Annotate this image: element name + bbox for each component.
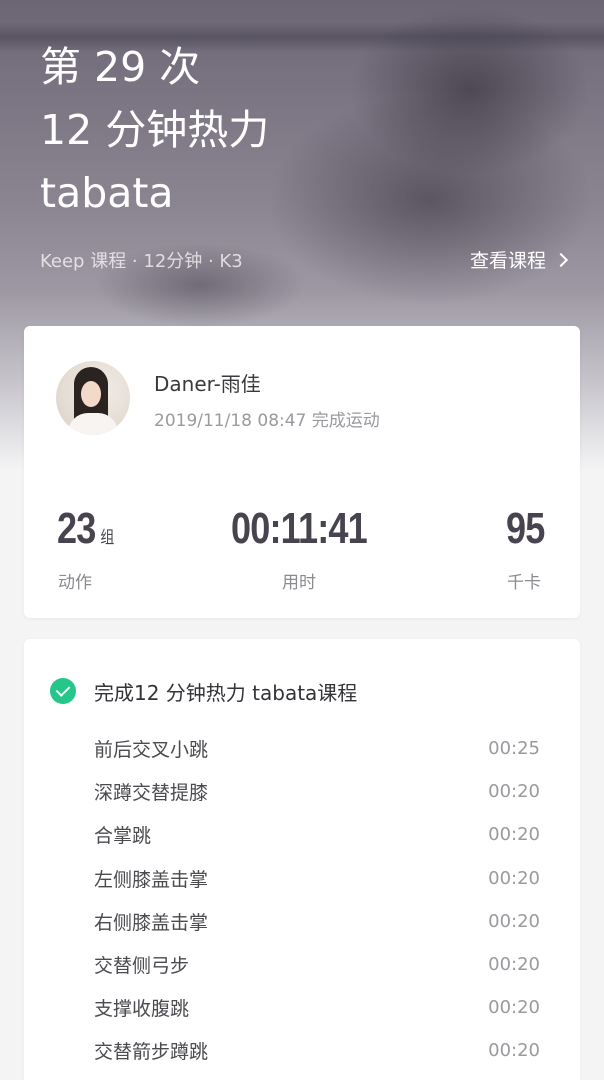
finish-timestamp: 2019/11/18 08:47 完成运动 [154, 411, 380, 431]
exercise-duration: 00:20 [488, 997, 540, 1019]
exercise-duration: 00:20 [488, 954, 540, 976]
course-meta: Keep 课程 · 12分钟 · K3 [40, 251, 243, 272]
exercise-name: 前后交叉小跳 [94, 739, 209, 762]
exercise-name: 深蹲交替提膝 [94, 782, 209, 805]
course-name-line: 12 分钟热力 [40, 106, 270, 154]
course-name-line: tabata [40, 169, 174, 217]
workout-count: 第 29 次 [40, 43, 201, 91]
exercise-list: 前后交叉小跳 00:25 深蹲交替提膝 00:20 合掌跳 00:20 左侧膝盖… [94, 727, 540, 1073]
check-circle-icon [50, 678, 76, 704]
exercise-row: 支撑收腹跳 00:20 [94, 986, 540, 1029]
exercise-name: 合掌跳 [94, 825, 152, 848]
view-course-label: 查看课程 [469, 250, 546, 272]
exercise-row: 交替箭步蹲跳 00:20 [94, 1029, 540, 1072]
stat-duration-value: 00:11:41 [231, 504, 368, 553]
exercise-duration: 00:20 [488, 867, 540, 889]
view-course-link[interactable]: 查看课程 [469, 246, 569, 273]
exercise-row: 深蹲交替提膝 00:20 [94, 770, 540, 813]
exercise-name: 交替箭步蹲跳 [94, 1041, 209, 1064]
stat-sets-value: 23 组 [57, 504, 115, 553]
exercise-row: 右侧膝盖击掌 00:20 [94, 900, 540, 943]
course-completion-card: 完成12 分钟热力 tabata课程 前后交叉小跳 00:25 深蹲交替提膝 0… [24, 639, 580, 1080]
exercise-row: 前后交叉小跳 00:25 [94, 727, 540, 770]
exercise-duration: 00:20 [488, 781, 540, 803]
exercise-duration: 00:20 [488, 1040, 540, 1062]
exercise-name: 支撑收腹跳 [94, 998, 190, 1021]
chevron-right-icon [553, 252, 569, 267]
exercise-name: 交替侧弓步 [94, 955, 190, 978]
stat-calories-value: 95 [506, 504, 545, 553]
exercise-duration: 00:25 [488, 738, 540, 760]
exercise-name: 左侧膝盖击掌 [94, 868, 209, 891]
avatar[interactable] [56, 361, 130, 435]
stat-duration-label: 用时 [282, 573, 316, 593]
username[interactable]: Daner-雨佳 [154, 368, 261, 397]
exercise-row: 左侧膝盖击掌 00:20 [94, 857, 540, 900]
completed-course-title: 完成12 分钟热力 tabata课程 [94, 681, 358, 705]
stat-calories-label: 千卡 [507, 573, 541, 593]
exercise-duration: 00:20 [488, 824, 540, 846]
workout-summary-card: Daner-雨佳 2019/11/18 08:47 完成运动 23 组 动作 00… [24, 326, 580, 618]
stat-sets-label: 动作 [58, 573, 92, 593]
exercise-name: 右侧膝盖击掌 [94, 911, 209, 934]
exercise-row: 交替侧弓步 00:20 [94, 943, 540, 986]
workout-title: 第 29 次 12 分钟热力 tabata [40, 36, 269, 225]
exercise-row: 合掌跳 00:20 [94, 813, 540, 856]
stat-sets-unit: 组 [100, 528, 115, 547]
exercise-duration: 00:20 [488, 910, 540, 932]
